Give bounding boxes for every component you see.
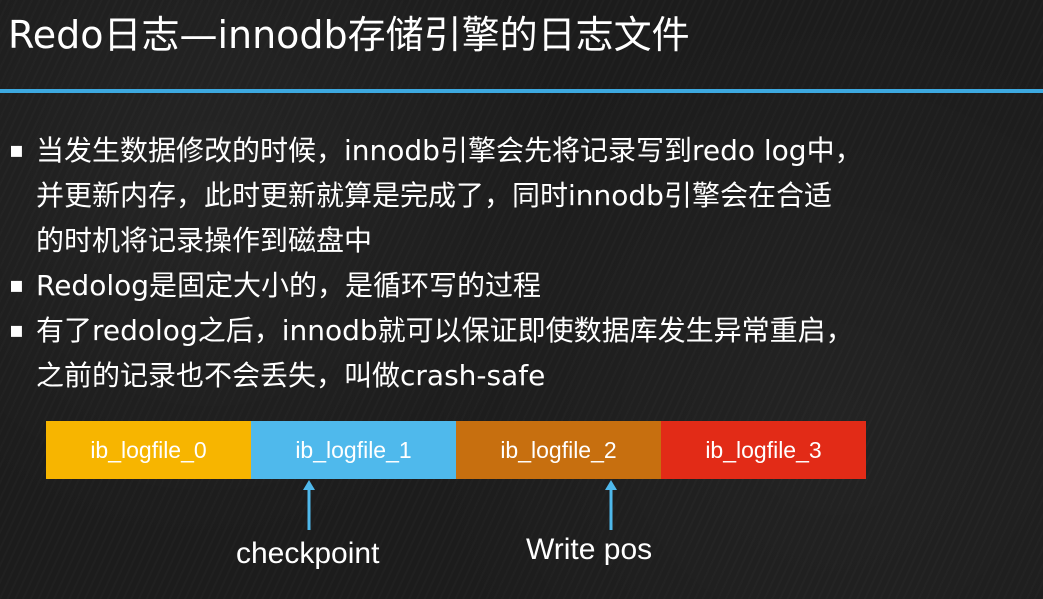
logfile-block: ib_logfile_0 xyxy=(46,421,251,479)
slide-title: Redo日志—innodb存储引擎的日志文件 xyxy=(8,13,690,57)
bullet-marker-icon: ▪ xyxy=(9,273,24,298)
bullet-marker-icon: ▪ xyxy=(9,138,24,163)
bullet-line: 的时机将记录操作到磁盘中 xyxy=(36,224,373,257)
bullet-item: ▪ 有了redolog之后，innodb就可以保证即使数据库发生异常重启， 之前… xyxy=(0,308,1043,398)
logfile-block: ib_logfile_3 xyxy=(661,421,866,479)
bullet-line: 当发生数据修改的时候，innodb引擎会先将记录写到redo log中， xyxy=(36,134,863,167)
write-pos-label: Write pos xyxy=(526,533,653,566)
bullet-list: ▪ 当发生数据修改的时候，innodb引擎会先将记录写到redo log中， 并… xyxy=(0,128,1043,398)
checkpoint-arrow-icon xyxy=(303,480,315,530)
title-divider xyxy=(0,89,1043,93)
write-pos-arrow-icon xyxy=(605,480,617,530)
bullet-line: 之前的记录也不会丢失，叫做crash-safe xyxy=(36,359,546,392)
bullet-line: Redolog是固定大小的，是循环写的过程 xyxy=(36,269,542,302)
logfile-block: ib_logfile_1 xyxy=(251,421,456,479)
checkpoint-label: checkpoint xyxy=(236,537,380,570)
bullet-item: ▪ 当发生数据修改的时候，innodb引擎会先将记录写到redo log中， 并… xyxy=(0,128,1043,263)
bullet-item: ▪ Redolog是固定大小的，是循环写的过程 xyxy=(0,263,1043,308)
bullet-line: 并更新内存，此时更新就算是完成了，同时innodb引擎会在合适 xyxy=(36,179,832,212)
bullet-marker-icon: ▪ xyxy=(9,318,24,343)
logfile-block: ib_logfile_2 xyxy=(456,421,661,479)
logfile-ring: ib_logfile_0 ib_logfile_1 ib_logfile_2 i… xyxy=(46,421,866,479)
bullet-line: 有了redolog之后，innodb就可以保证即使数据库发生异常重启， xyxy=(36,314,854,347)
